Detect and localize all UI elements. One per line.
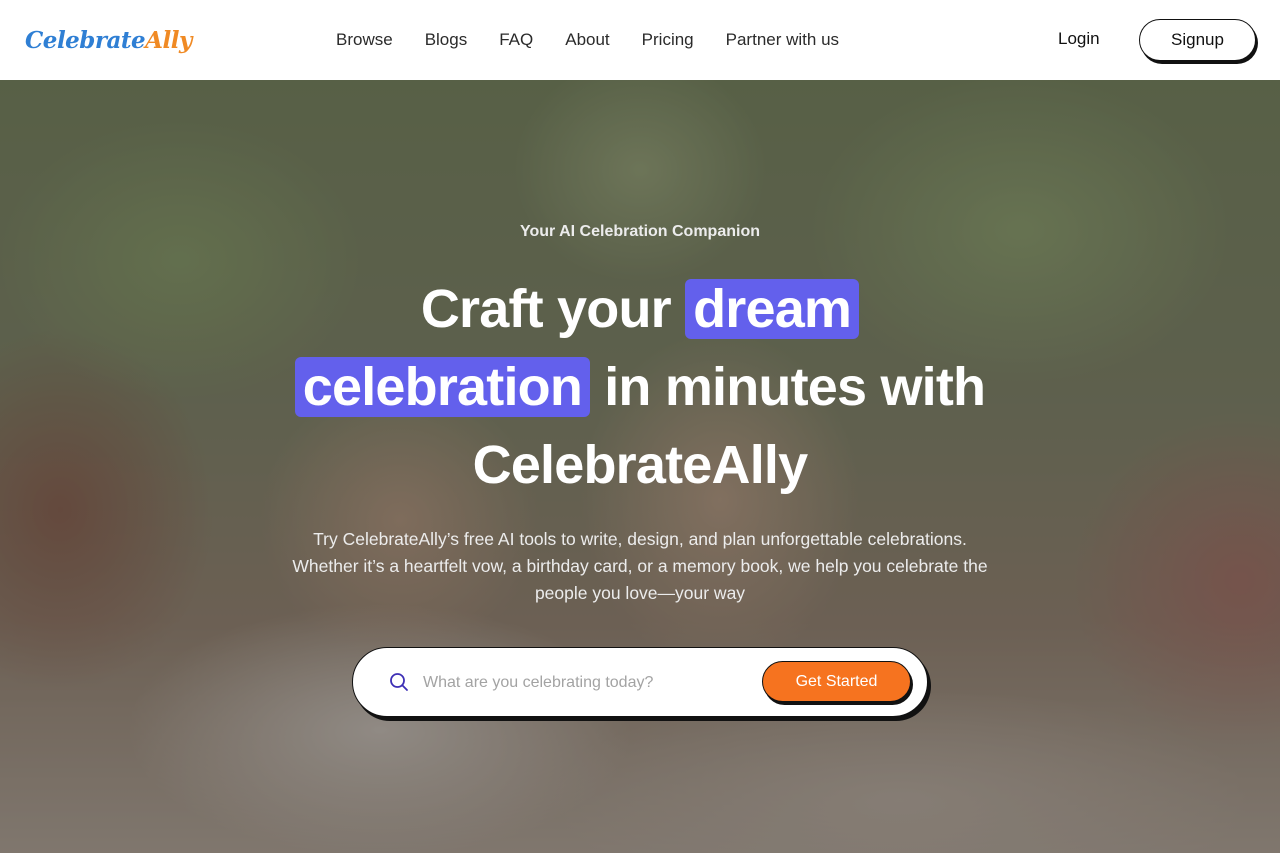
nav-link-browse[interactable]: Browse — [336, 30, 393, 50]
login-link[interactable]: Login — [1058, 29, 1100, 49]
celebrateally-logo[interactable]: CelebrateAlly — [25, 24, 192, 58]
hero-content: Your AI Celebration Companion Craft your… — [0, 80, 1280, 853]
get-started-button[interactable]: Get Started — [762, 661, 911, 702]
headline-text-2: in minutes with — [590, 357, 986, 417]
logo-text-part2: Ally — [145, 27, 192, 54]
hero-headline: Craft your dream celebration in minutes … — [0, 270, 1280, 504]
headline-text-1: Craft your — [420, 279, 686, 339]
main-nav: Browse Blogs FAQ About Pricing Partner w… — [336, 0, 839, 80]
hero-eyebrow: Your AI Celebration Companion — [519, 223, 760, 240]
celebration-search-input[interactable] — [423, 668, 743, 698]
site-header: CelebrateAlly Browse Blogs FAQ About Pri… — [0, 0, 1280, 80]
signup-button[interactable]: Signup — [1139, 19, 1256, 61]
logo-text-part1: Celebrate — [25, 27, 146, 54]
headline-highlight-celebration: celebration — [294, 357, 591, 417]
search-icon — [390, 673, 408, 691]
nav-link-blogs[interactable]: Blogs — [425, 30, 468, 50]
nav-link-faq[interactable]: FAQ — [499, 30, 533, 50]
nav-link-pricing[interactable]: Pricing — [642, 30, 694, 50]
headline-highlight-dream: dream — [685, 279, 860, 339]
nav-link-partner[interactable]: Partner with us — [726, 30, 839, 50]
nav-link-about[interactable]: About — [565, 30, 609, 50]
hero-section: Your AI Celebration Companion Craft your… — [0, 80, 1280, 853]
headline-text-3: CelebrateAlly — [472, 435, 809, 495]
hero-subtext: Try CelebrateAlly’s free AI tools to wri… — [292, 529, 988, 603]
celebration-search-bar: Get Started — [352, 647, 928, 717]
